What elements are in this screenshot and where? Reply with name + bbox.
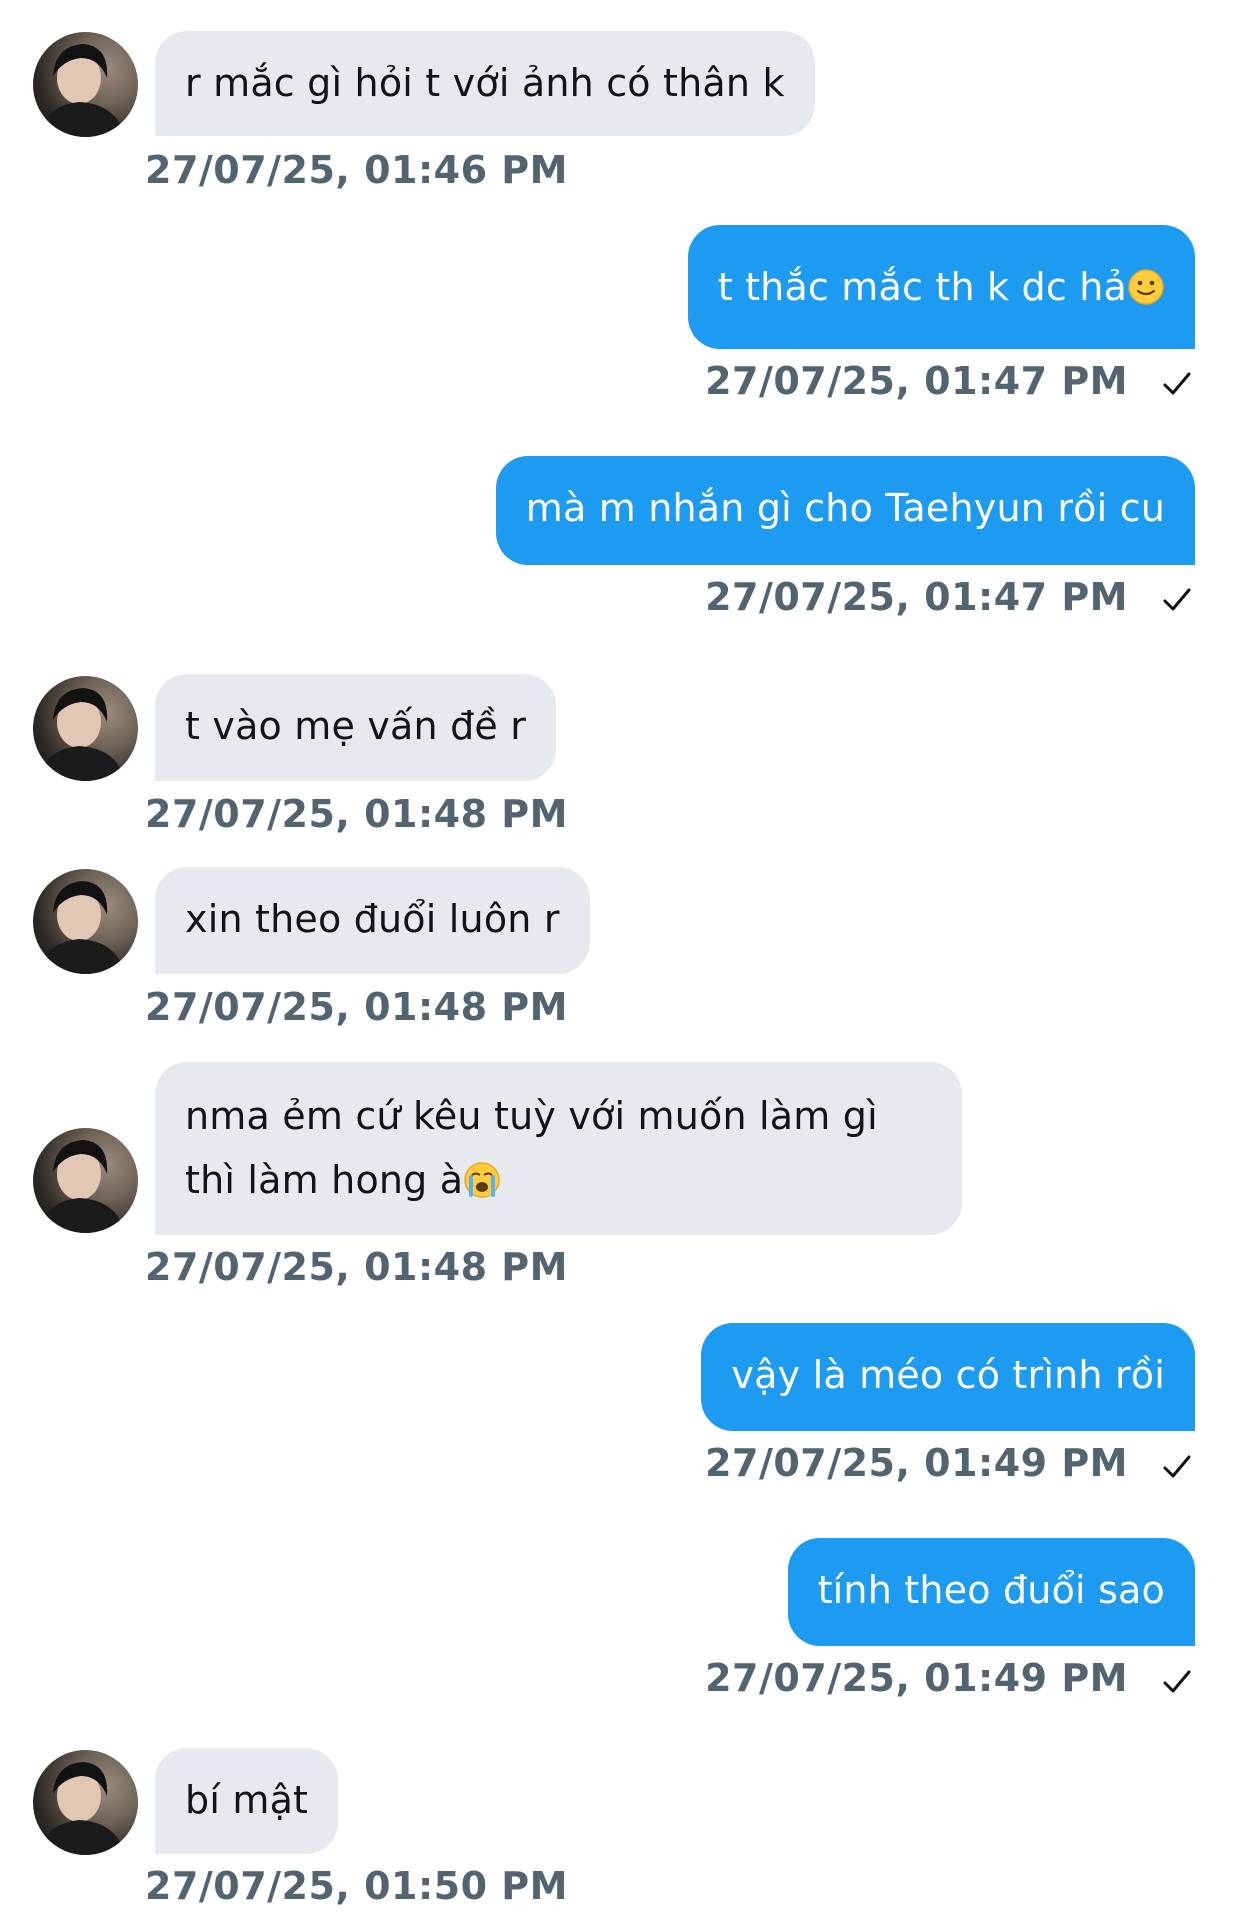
message-timestamp: 27/07/25, 01:49 PM (705, 1656, 1128, 1700)
check-icon (1163, 1670, 1191, 1693)
message-bubble[interactable]: r mắc gì hỏi t với ảnh có thân k (155, 31, 815, 136)
message-bubble[interactable]: xin theo đuổi luôn r (155, 867, 590, 974)
message-bubble[interactable]: t thắc mắc th k dc hả (687, 225, 1195, 349)
message-text: t vào mẹ vấn đề r (185, 704, 527, 748)
contact-avatar[interactable] (33, 676, 138, 781)
message-text: r mắc gì hỏi t với ảnh có thân k (185, 61, 785, 105)
message-thread: r mắc gì hỏi t với ảnh có thân k 27/07/2… (0, 0, 1241, 1920)
check-icon (1163, 588, 1191, 611)
message-timestamp: 27/07/25, 01:47 PM (705, 575, 1128, 619)
message-text-line: thì làm hong à (185, 1148, 932, 1212)
message-text: mà m nhắn gì cho Taehyun rồi cu (525, 486, 1165, 530)
message-bubble[interactable]: bí mật (155, 1748, 339, 1854)
contact-avatar[interactable] (33, 32, 138, 137)
message-text: xin theo đuổi luôn r (185, 897, 560, 941)
message-timestamp: 27/07/25, 01:49 PM (705, 1441, 1128, 1485)
message-timestamp: 27/07/25, 01:46 PM (145, 148, 568, 192)
message-bubble[interactable]: t vào mẹ vấn đề r (155, 674, 557, 781)
loudly-crying-face-icon (464, 1162, 501, 1198)
contact-avatar[interactable] (33, 869, 138, 974)
message-timestamp: 27/07/25, 01:48 PM (145, 792, 568, 836)
check-icon (1163, 372, 1191, 395)
message-bubble[interactable]: nma ẻm cứ kêu tuỳ với muốn làm gì thì là… (155, 1062, 962, 1235)
contact-avatar[interactable] (33, 1128, 138, 1233)
message-bubble[interactable]: vậy là méo có trình rồi (701, 1323, 1195, 1431)
message-text: t thắc mắc th k dc hả (717, 265, 1127, 309)
message-bubble[interactable]: tính theo đuổi sao (787, 1538, 1195, 1646)
message-timestamp: 27/07/25, 01:48 PM (145, 985, 568, 1029)
message-timestamp: 27/07/25, 01:47 PM (705, 359, 1128, 403)
message-text: vậy là méo có trình rồi (731, 1353, 1165, 1397)
slightly-smiling-face-icon (1128, 269, 1164, 305)
check-icon (1163, 1455, 1191, 1478)
message-text: thì làm hong à (185, 1158, 464, 1202)
message-text-line: nma ẻm cứ kêu tuỳ với muốn làm gì (185, 1094, 878, 1138)
message-text: bí mật (185, 1778, 309, 1822)
message-timestamp: 27/07/25, 01:48 PM (145, 1245, 568, 1289)
message-bubble[interactable]: mà m nhắn gì cho Taehyun rồi cu (495, 456, 1195, 565)
message-text: tính theo đuổi sao (817, 1568, 1165, 1612)
contact-avatar[interactable] (33, 1750, 138, 1855)
message-timestamp: 27/07/25, 01:50 PM (145, 1864, 568, 1908)
